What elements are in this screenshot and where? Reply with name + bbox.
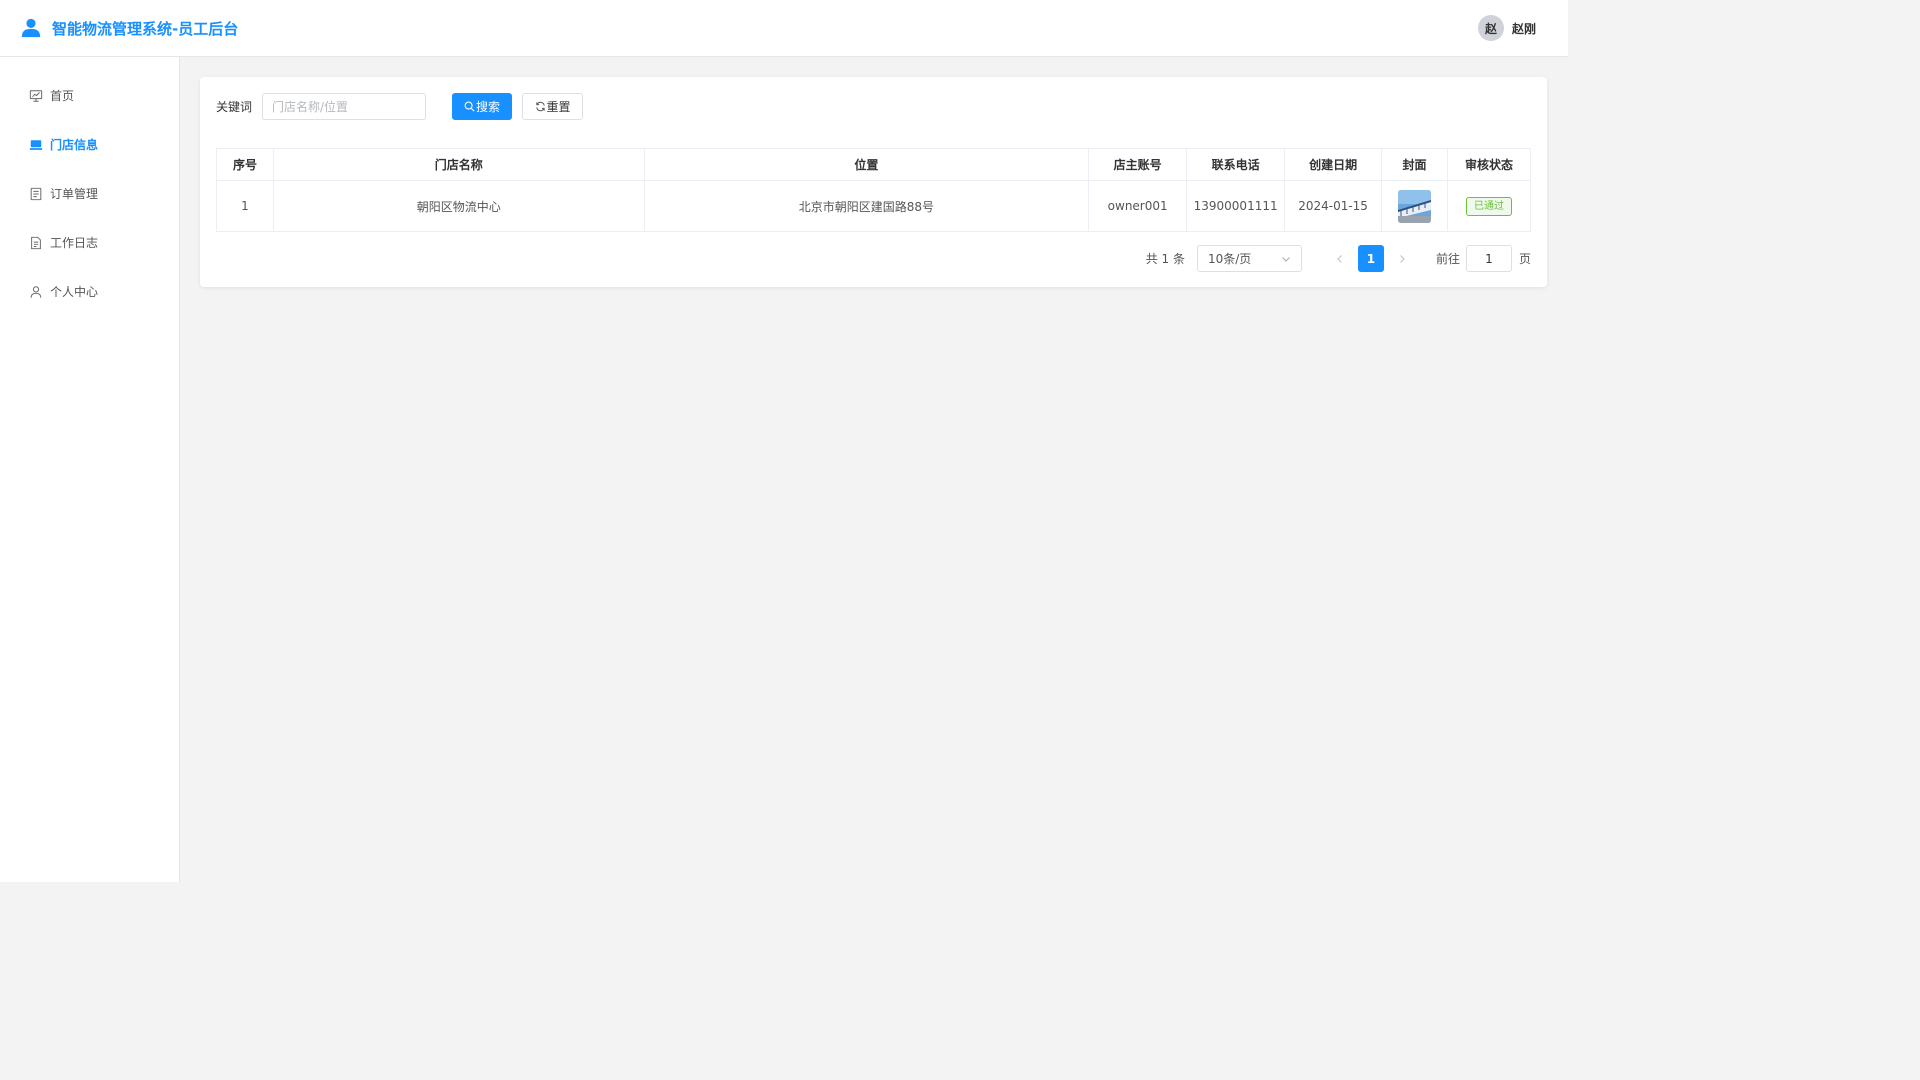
pagination: 共 1 条 10条/页 1 前往 页 <box>216 245 1531 272</box>
sidebar-item-label: 工作日志 <box>50 236 99 250</box>
sidebar-item-work-log[interactable]: 工作日志 <box>0 218 179 267</box>
page-size-value: 10条/页 <box>1207 252 1252 266</box>
sidebar-item-profile[interactable]: 个人中心 <box>0 267 179 316</box>
cell-index: 1 <box>216 180 274 232</box>
table-header-row: 序号 门店名称 位置 店主账号 联系电话 创建日期 封面 审核状态 <box>216 148 1531 181</box>
column-header: 联系电话 <box>1186 148 1286 181</box>
user-logo-icon <box>21 18 41 38</box>
sidebar-item-label: 个人中心 <box>50 285 99 299</box>
reset-button-label: 重置 <box>546 100 571 114</box>
chevron-left-icon <box>1337 254 1342 263</box>
main-content: 关键词 搜索 重置 序 <box>180 57 1568 882</box>
column-header: 位置 <box>643 148 1090 181</box>
sidebar-item-home[interactable]: 首页 <box>0 71 179 120</box>
chevron-down-icon <box>1282 256 1290 262</box>
page-number-current[interactable]: 1 <box>1357 245 1384 272</box>
prev-page-button[interactable] <box>1334 253 1346 265</box>
column-header: 创建日期 <box>1284 148 1383 181</box>
reset-button[interactable]: 重置 <box>522 93 584 120</box>
cell-store-name: 朝阳区物流中心 <box>272 180 645 232</box>
cell-owner: owner001 <box>1088 180 1188 232</box>
store-table: 序号 门店名称 位置 店主账号 联系电话 创建日期 封面 审核状态 1 朝阳区物… <box>216 148 1531 232</box>
file-icon <box>31 236 41 249</box>
pagination-total: 共 1 条 <box>1145 252 1185 266</box>
sidebar-item-label: 首页 <box>50 89 75 103</box>
cell-created-date: 2024-01-15 <box>1284 180 1383 232</box>
brand: 智能物流管理系统-员工后台 <box>20 17 238 39</box>
refresh-icon <box>535 101 545 112</box>
top-header: 智能物流管理系统-员工后台 赵 赵刚 <box>0 0 1568 57</box>
sidebar: 首页 门店信息 订单管理 工作日志 个人中心 <box>0 57 180 882</box>
sidebar-item-store-info[interactable]: 门店信息 <box>0 120 179 169</box>
column-header: 封面 <box>1381 148 1449 181</box>
store-icon <box>29 139 43 150</box>
avatar[interactable]: 赵 <box>1477 15 1504 41</box>
user-menu[interactable]: 赵 赵刚 <box>1477 15 1536 41</box>
sidebar-item-label: 订单管理 <box>50 187 99 201</box>
document-icon <box>30 187 42 200</box>
goto-page-input[interactable] <box>1465 245 1512 272</box>
column-header: 审核状态 <box>1447 148 1531 181</box>
sidebar-item-label: 门店信息 <box>50 138 99 152</box>
search-input[interactable] <box>262 93 427 120</box>
goto-label: 前往 <box>1435 252 1460 266</box>
next-page-button[interactable] <box>1396 253 1408 265</box>
user-icon <box>30 285 42 298</box>
column-header: 门店名称 <box>272 148 645 181</box>
status-badge: 已通过 <box>1466 196 1512 216</box>
store-cover-image[interactable] <box>1398 189 1432 223</box>
cell-location: 北京市朝阳区建国路88号 <box>643 180 1090 232</box>
table-row[interactable]: 1 朝阳区物流中心 北京市朝阳区建国路88号 owner001 13900001… <box>216 180 1531 232</box>
column-header: 店主账号 <box>1088 148 1188 181</box>
keyword-label: 关键词 <box>216 100 253 114</box>
search-bar: 关键词 搜索 重置 <box>216 93 1531 120</box>
search-button-label: 搜索 <box>476 100 501 114</box>
user-name[interactable]: 赵刚 <box>1512 20 1536 37</box>
app-title: 智能物流管理系统-员工后台 <box>52 19 239 38</box>
search-button[interactable]: 搜索 <box>452 93 513 120</box>
chart-icon <box>29 89 43 102</box>
sidebar-item-orders[interactable]: 订单管理 <box>0 169 179 218</box>
page-size-select[interactable]: 10条/页 <box>1196 245 1302 272</box>
cell-cover <box>1381 180 1449 232</box>
store-card: 关键词 搜索 重置 序 <box>200 77 1547 287</box>
chevron-right-icon <box>1400 254 1405 263</box>
page-suffix: 页 <box>1518 252 1531 266</box>
cell-phone: 13900001111 <box>1186 180 1286 232</box>
search-icon <box>464 101 475 112</box>
cell-status: 已通过 <box>1447 180 1531 232</box>
column-header: 序号 <box>216 148 274 181</box>
